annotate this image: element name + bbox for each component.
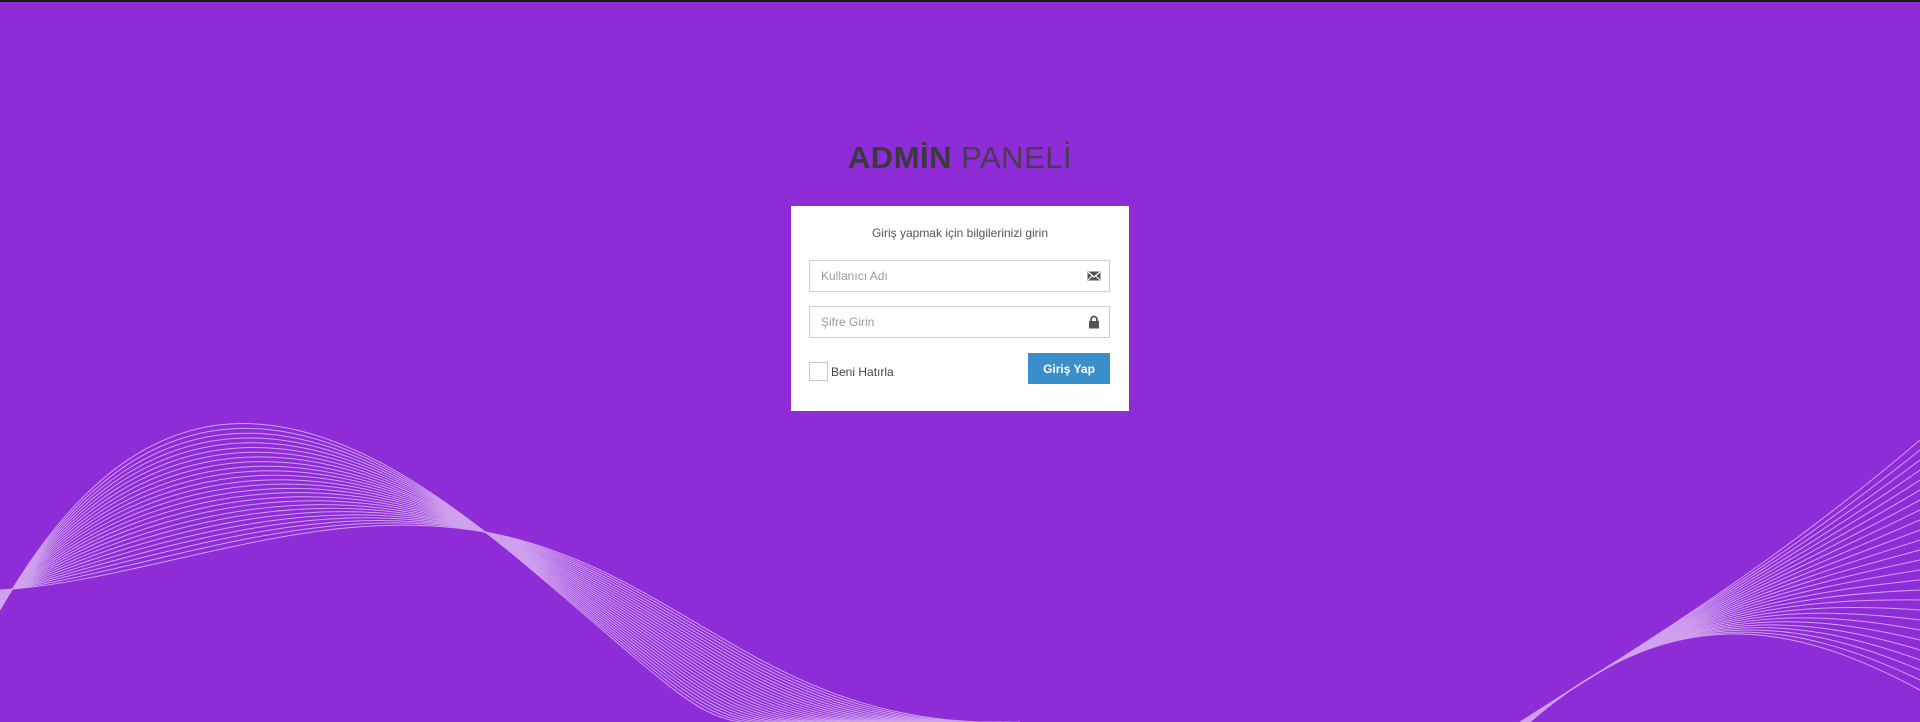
wave-line (0, 479, 901, 722)
wave-line (1529, 633, 1920, 722)
wave-line (0, 514, 984, 722)
title-light: PANELİ (961, 140, 1073, 175)
username-input[interactable] (821, 262, 1071, 290)
username-field[interactable] (809, 260, 1110, 292)
wave-line (0, 428, 800, 722)
login-panel: Giriş yapmak için bilgilerinizi girin Be… (791, 206, 1129, 411)
wave-line (0, 511, 974, 722)
password-field[interactable] (809, 306, 1110, 338)
wave-line (0, 504, 956, 722)
wave-line (1519, 439, 1920, 722)
password-input[interactable] (821, 308, 1071, 336)
remember-label[interactable]: Beni Hatırla (831, 365, 894, 379)
wave-line (1528, 629, 1920, 722)
wave-line (1528, 627, 1920, 722)
wave-line (1523, 529, 1920, 722)
wave-line (1528, 624, 1920, 722)
wave-line (1527, 617, 1920, 722)
wave-line (1520, 459, 1920, 722)
page-title: ADMİN PANELİ (0, 140, 1920, 176)
lock-icon (1089, 315, 1099, 329)
wave-line (1529, 631, 1920, 722)
wave-line (0, 507, 965, 722)
wave-line (0, 456, 855, 722)
remember-checkbox[interactable] (809, 362, 828, 381)
envelope-icon (1087, 271, 1101, 281)
wave-line (0, 522, 1011, 722)
wave-line (1520, 449, 1920, 722)
wave-line (0, 517, 993, 722)
login-instructions: Giriş yapmak için bilgilerinizi girin (871, 226, 1049, 240)
wave-line (1527, 621, 1920, 722)
wave-line (1524, 549, 1920, 722)
title-bold: ADMİN (847, 140, 952, 175)
login-button[interactable]: Giriş Yap (1028, 353, 1110, 384)
wave-line (0, 461, 864, 722)
wave-line (0, 447, 836, 722)
remember-me[interactable]: Beni Hatırla (809, 361, 894, 382)
wave-line (0, 500, 947, 722)
